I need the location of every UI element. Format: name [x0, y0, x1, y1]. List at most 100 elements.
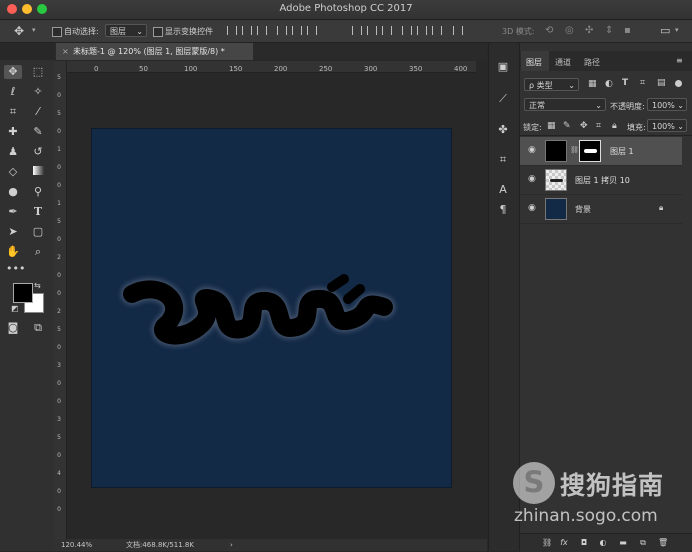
align-vcenter-icon[interactable]	[242, 26, 252, 35]
workspace-icon[interactable]: ▭	[660, 24, 670, 37]
gradient-tool-icon[interactable]	[31, 165, 45, 179]
distribute-vcenter-icon[interactable]	[367, 26, 377, 35]
horizontal-ruler[interactable]: 0 50 100 150 200 250 300 350 400	[66, 61, 476, 73]
3d-orbit-icon[interactable]: ⟲	[545, 25, 553, 36]
type-tool-icon[interactable]: T	[31, 205, 45, 219]
libraries-icon[interactable]: ▣	[496, 60, 510, 74]
screen-mode-icon[interactable]: ⧉	[31, 321, 45, 335]
path-selection-tool-icon[interactable]: ➤	[6, 225, 20, 239]
status-menu-arrow[interactable]: ›	[230, 539, 233, 551]
vertical-ruler[interactable]: 5 0 5 0 1 0 0 1 5 0 2 0 0 2 5 0 3 0 0 3 5 0 4 0 0	[54, 61, 67, 539]
marquee-tool-icon[interactable]: ⬚	[31, 65, 45, 79]
tab-layers[interactable]: 图层	[526, 57, 542, 68]
filter-pixel-icon[interactable]: ▦	[588, 79, 597, 89]
default-colors-icon[interactable]: ◩	[11, 304, 19, 313]
distribute-right-icon[interactable]	[432, 26, 442, 35]
filter-toggle-icon[interactable]	[675, 80, 682, 87]
auto-select-checkbox[interactable]	[52, 27, 62, 37]
shape-tool-icon[interactable]: ▢	[31, 225, 45, 239]
distribute-hcenter-icon[interactable]	[417, 26, 427, 35]
move-tool-icon[interactable]: ✥	[6, 65, 20, 79]
layer-row-background[interactable]: ◉ 背景 🔒︎	[520, 195, 682, 224]
visibility-eye-icon[interactable]: ◉	[528, 203, 538, 213]
layer-row-layer-1[interactable]: ◉ ⛓ 图层 1	[520, 137, 682, 166]
layer-style-button[interactable]: fx	[559, 538, 569, 548]
filter-shape-icon[interactable]: ⌗	[640, 78, 645, 88]
3d-roll-icon[interactable]: ◎	[565, 25, 574, 36]
lock-all-icon[interactable]: 🔒︎	[612, 121, 617, 131]
visibility-eye-icon[interactable]: ◉	[528, 145, 538, 155]
layer-thumbnail[interactable]	[545, 140, 567, 162]
visibility-eye-icon[interactable]: ◉	[528, 174, 538, 184]
lasso-tool-icon[interactable]: ℓ	[6, 85, 20, 99]
filter-smart-object-icon[interactable]: ▤	[657, 78, 666, 88]
add-mask-icon[interactable]: ◘	[579, 538, 589, 548]
3d-pan-icon[interactable]: ✣	[585, 25, 593, 36]
paragraph-icon[interactable]: ¶	[496, 203, 510, 217]
auto-select-target-dropdown[interactable]: 图层 ⌄	[105, 24, 147, 37]
magic-wand-tool-icon[interactable]: ✧	[31, 85, 45, 99]
layer-filter-kind-dropdown[interactable]: ρ 类型 ⌄	[524, 78, 579, 91]
clone-stamp-tool-icon[interactable]: ♟	[6, 145, 20, 159]
zoom-tool-icon[interactable]: ⌕	[31, 245, 45, 259]
align-top-icon[interactable]	[227, 26, 237, 35]
distribute-bottom-icon[interactable]	[382, 26, 392, 35]
eyedropper-tool-icon[interactable]: ⁄	[31, 105, 45, 119]
filter-adjustment-icon[interactable]: ◐	[605, 79, 613, 89]
auto-align-icon[interactable]	[453, 26, 463, 35]
align-bottom-icon[interactable]	[257, 26, 267, 35]
blur-tool-icon[interactable]: ●	[6, 185, 20, 199]
adjustments-icon[interactable]: ⟋	[496, 92, 510, 106]
history-brush-tool-icon[interactable]: ↺	[31, 145, 45, 159]
pen-tool-icon[interactable]: ✒	[6, 205, 20, 219]
3d-slide-icon[interactable]: ⇕	[605, 25, 613, 36]
healing-brush-tool-icon[interactable]: ✚	[6, 125, 20, 139]
3d-scale-icon[interactable]: ▪	[624, 25, 631, 36]
layer-row-layer-1-copy-10[interactable]: ◉ 图层 1 拷贝 10	[520, 166, 682, 195]
foreground-color-swatch[interactable]	[13, 283, 33, 303]
lock-artboard-icon[interactable]: ⌗	[596, 121, 601, 131]
brush-tool-icon[interactable]: ✎	[31, 125, 45, 139]
mask-link-icon[interactable]: ⛓	[570, 146, 579, 154]
link-layers-icon[interactable]: ⛓	[542, 538, 552, 548]
opacity-input[interactable]: 100% ⌄	[647, 98, 687, 111]
character-icon[interactable]: A	[496, 183, 510, 197]
layer-mask-thumbnail[interactable]	[579, 140, 601, 162]
align-right-icon[interactable]	[307, 26, 317, 35]
blend-mode-dropdown[interactable]: 正常 ⌄	[524, 98, 606, 111]
align-left-icon[interactable]	[277, 26, 287, 35]
eraser-tool-icon[interactable]: ◇	[6, 165, 20, 179]
new-adjustment-icon[interactable]: ◐	[598, 538, 608, 548]
align-hcenter-icon[interactable]	[292, 26, 302, 35]
hand-tool-icon[interactable]: ✋	[6, 245, 20, 259]
plugins-icon[interactable]: ✤	[496, 123, 510, 137]
tool-preset-chevron-icon[interactable]: ▾	[32, 26, 36, 34]
close-tab-icon[interactable]: ×	[62, 43, 69, 60]
document-tab[interactable]: × 未标题-1 @ 120% (图层 1, 图层蒙版/8) *	[56, 43, 253, 60]
crop-properties-icon[interactable]: ⌗	[496, 153, 510, 167]
zoom-level[interactable]: 120.44%	[61, 539, 92, 551]
layer-thumbnail[interactable]	[545, 198, 567, 220]
layer-thumbnail[interactable]	[545, 169, 567, 191]
lock-image-icon[interactable]: ✎	[563, 121, 571, 131]
layer-name[interactable]: 背景	[575, 204, 591, 215]
panel-menu-icon[interactable]: ≡	[676, 56, 683, 65]
tab-channels[interactable]: 通道	[555, 57, 571, 68]
dodge-tool-icon[interactable]: ⚲	[31, 185, 45, 199]
quick-mask-icon[interactable]: ◙	[6, 321, 20, 335]
layer-name[interactable]: 图层 1 拷贝 10	[575, 175, 630, 186]
lock-transparent-icon[interactable]: ▦	[547, 121, 556, 131]
crop-tool-icon[interactable]: ⌗	[6, 105, 20, 119]
distribute-left-icon[interactable]	[402, 26, 412, 35]
distribute-top-icon[interactable]	[352, 26, 362, 35]
edit-toolbar-icon[interactable]: •••	[6, 262, 25, 276]
new-group-icon[interactable]: ▬	[618, 538, 628, 548]
workspace-chevron-icon[interactable]: ▾	[675, 26, 679, 34]
tab-paths[interactable]: 路径	[584, 57, 600, 68]
move-tool-icon[interactable]: ✥	[14, 24, 24, 38]
swap-colors-icon[interactable]: ⇆	[34, 281, 41, 290]
lock-position-icon[interactable]: ✥	[580, 121, 588, 131]
new-layer-icon[interactable]: ⧉	[638, 538, 648, 548]
layer-name[interactable]: 图层 1	[610, 146, 634, 157]
show-transform-checkbox[interactable]	[153, 27, 163, 37]
